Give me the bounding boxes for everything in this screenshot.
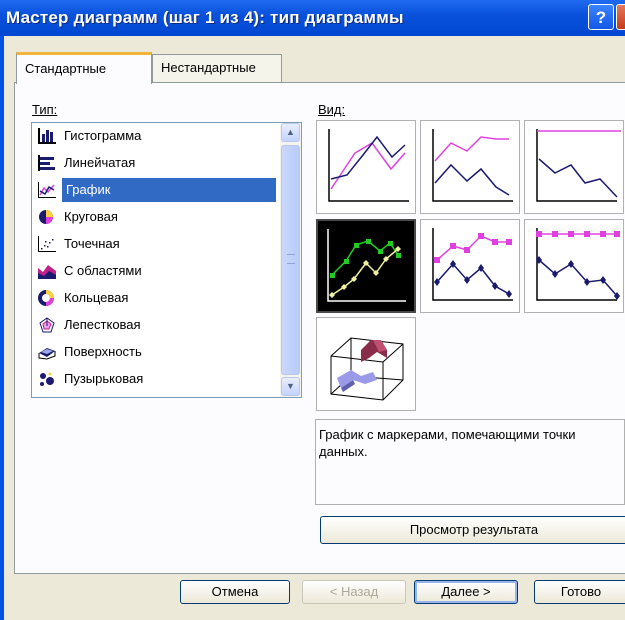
list-item-label: Лепестковая [64, 317, 141, 332]
line-markers-subtype-thumbnail [327, 229, 406, 302]
percent-line-subtype-thumbnail [536, 129, 621, 202]
subtype-tile-line[interactable] [316, 120, 416, 214]
subtype-tile-100-line[interactable] [524, 120, 624, 214]
subtype-tile-line-markers[interactable] [316, 219, 416, 313]
chart-type-list[interactable]: Гистограмма Линейчатая График Круговая Т… [31, 122, 302, 398]
line-subtype-thumbnail [328, 129, 409, 202]
subtype-description: График с маркерами, помечающими точки да… [315, 419, 625, 505]
tab-custom[interactable]: Нестандартные [152, 54, 282, 82]
type-label-text: Тип: [32, 102, 58, 117]
radar-chart-icon [39, 317, 55, 333]
subtype-label-text: Вид: [318, 102, 346, 117]
list-item-bubble[interactable]: Пузырьковая [36, 367, 276, 391]
preview-button[interactable]: Просмотр результата [320, 516, 625, 544]
window-title: Мастер диаграмм (шаг 1 из 4): тип диагра… [6, 8, 404, 27]
list-item-doughnut[interactable]: Кольцевая [36, 286, 276, 310]
list-item-label: Кольцевая [64, 290, 129, 305]
close-button[interactable] [616, 4, 625, 30]
help-button[interactable]: ? [588, 4, 614, 30]
list-item-line[interactable]: График [36, 178, 276, 202]
preview-button-label: Просмотр результата [409, 522, 539, 537]
list-item-label: Гистограмма [64, 128, 142, 143]
title-bar[interactable]: Мастер диаграмм (шаг 1 из 4): тип диагра… [0, 0, 625, 36]
list-item-area[interactable]: С областями [36, 259, 276, 283]
doughnut-chart-icon [38, 290, 54, 306]
list-item-label: Круговая [64, 209, 118, 224]
scroll-up-button[interactable]: ▲ [281, 123, 300, 142]
subtype-tile-stacked-line[interactable] [420, 120, 520, 214]
scatter-chart-icon [38, 236, 56, 252]
list-item-surface[interactable]: Поверхность [36, 340, 276, 364]
list-item-label: График [62, 178, 276, 202]
list-item-bar[interactable]: Линейчатая [36, 151, 276, 175]
list-item-label: С областями [64, 263, 142, 278]
scroll-grip [287, 254, 295, 264]
list-item-pie[interactable]: Круговая [36, 205, 276, 229]
cancel-button[interactable]: Отмена [180, 580, 290, 604]
pie-chart-icon [39, 210, 53, 224]
surface-chart-icon [38, 348, 56, 360]
scroll-thumb[interactable] [281, 145, 300, 375]
bubble-chart-icon [40, 372, 54, 386]
list-item-radar[interactable]: Лепестковая [36, 313, 276, 337]
finish-button[interactable]: Готово [534, 580, 625, 604]
back-button: < Назад [302, 580, 406, 604]
type-label: Тип: [32, 102, 57, 117]
area-chart-icon [38, 265, 56, 279]
tab-standard[interactable]: Стандартные [16, 52, 152, 84]
chart-wizard-window: Мастер диаграмм (шаг 1 из 4): тип диагра… [0, 0, 625, 620]
stacked-line-subtype-thumbnail [432, 129, 513, 202]
list-item-label: Поверхность [64, 344, 142, 359]
subtype-label: Вид: [318, 102, 345, 117]
percent-line-markers-subtype-thumbnail [536, 228, 620, 301]
subtype-tile-stacked-line-markers[interactable] [420, 219, 520, 313]
list-item-scatter[interactable]: Точечная [36, 232, 276, 256]
list-scrollbar[interactable]: ▲ ▼ [280, 123, 301, 397]
subtype-description-text: График с маркерами, помечающими точки да… [319, 427, 576, 459]
scroll-down-button[interactable]: ▼ [281, 377, 300, 396]
bar-chart-icon [38, 155, 55, 171]
list-item-label: Линейчатая [64, 155, 136, 170]
stacked-line-markers-subtype-thumbnail [432, 228, 513, 301]
list-item-label: Пузырьковая [64, 371, 144, 386]
line-chart-icon [38, 182, 56, 198]
next-button[interactable]: Далее > [414, 580, 518, 604]
3d-line-subtype-thumbnail [330, 337, 404, 401]
subtype-tile-100-line-markers[interactable] [524, 219, 624, 313]
column-chart-icon [38, 128, 56, 144]
list-item-column[interactable]: Гистограмма [36, 124, 276, 148]
list-item-label: Точечная [64, 236, 120, 251]
subtype-tile-3d-line[interactable] [316, 317, 416, 411]
